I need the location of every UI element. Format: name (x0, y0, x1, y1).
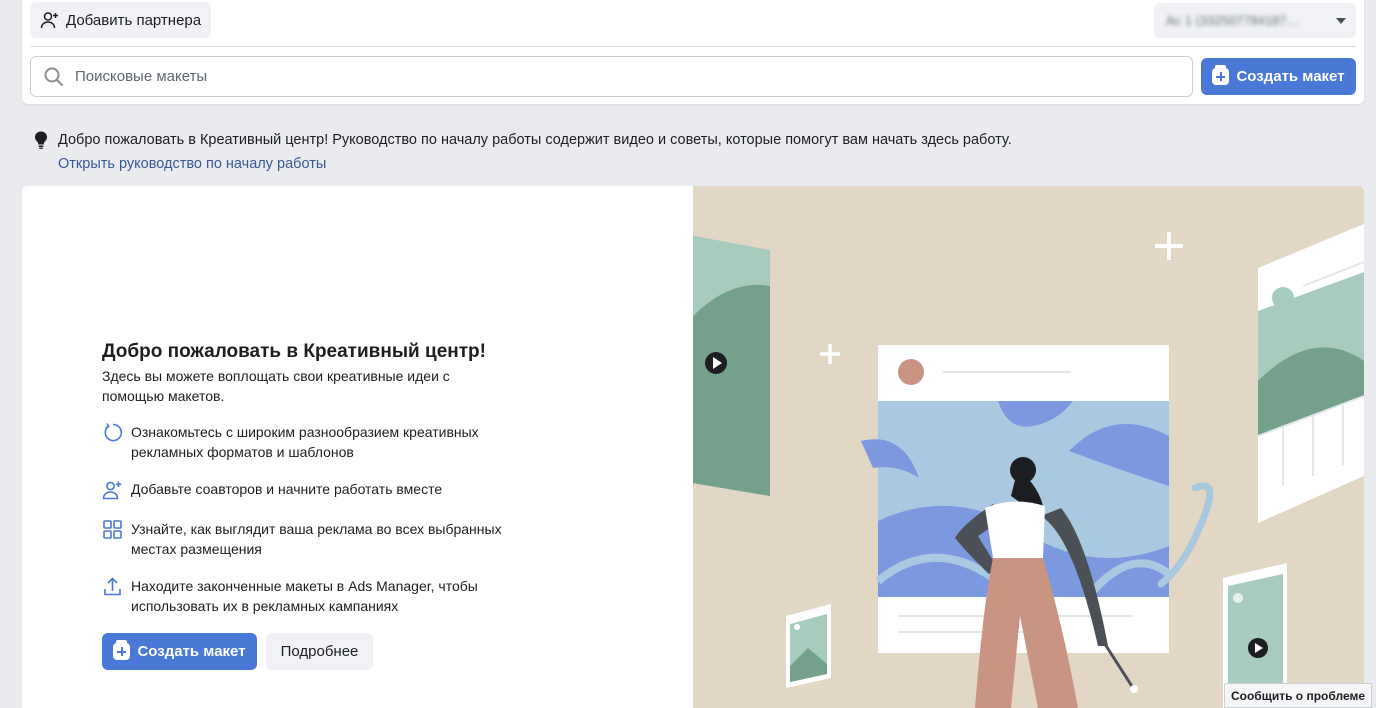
add-template-icon (1212, 65, 1230, 85)
search-input[interactable] (75, 68, 1075, 85)
welcome-subtitle: Здесь вы можете воплощать свои креативны… (102, 368, 450, 404)
feature-item: Ознакомьтесь с широким разнообразием кре… (102, 422, 522, 462)
add-partner-button[interactable]: Добавить партнера (30, 2, 211, 38)
create-template-label: Создать макет (1236, 68, 1345, 85)
add-template-icon (113, 640, 131, 660)
header-card: Добавить партнера Ac 1 (332507784187... … (22, 0, 1364, 104)
chevron-down-icon (1336, 17, 1346, 24)
welcome-card: Добро пожаловать в Креативный центр! Зде… (22, 186, 1364, 708)
add-partner-label: Добавить партнера (66, 11, 202, 29)
welcome-title: Добро пожаловать в Креативный центр! (102, 341, 486, 362)
learn-more-button[interactable]: Подробнее (266, 633, 373, 670)
getting-started-notice: Добро пожаловать в Креативный центр! Рук… (22, 118, 1364, 186)
grid-icon (103, 520, 122, 539)
feature-item: Находите законченные макеты в Ads Manage… (102, 576, 522, 616)
feature-text: Ознакомьтесь с широким разнообразием кре… (131, 424, 479, 460)
creative-hub-illustration (693, 224, 1364, 708)
welcome-create-template-button[interactable]: Создать макет (102, 633, 257, 670)
feature-text: Добавьте соавторов и начните работать вм… (131, 481, 443, 497)
add-person-icon (102, 481, 122, 500)
welcome-illustration (693, 186, 1364, 708)
account-selector[interactable]: Ac 1 (332507784187... (1154, 3, 1356, 38)
notice-message: Добро пожаловать в Креативный центр! Рук… (58, 132, 1012, 148)
feature-text: Находите законченные макеты в Ads Manage… (131, 578, 478, 614)
add-person-icon (40, 12, 58, 29)
feature-item: Добавьте соавторов и начните работать вм… (102, 479, 522, 500)
report-problem-button[interactable]: Сообщить о проблеме (1224, 683, 1372, 708)
lightbulb-icon (35, 131, 47, 149)
feature-item: Узнайте, как выглядит ваша реклама во вс… (102, 519, 522, 559)
divider (30, 46, 1356, 47)
create-template-button[interactable]: Создать макет (1201, 58, 1356, 95)
open-guide-link[interactable]: Открыть руководство по началу работы (58, 156, 326, 172)
refresh-icon (104, 423, 123, 442)
search-icon (44, 67, 64, 86)
welcome-create-label: Создать макет (137, 643, 246, 660)
feature-text: Узнайте, как выглядит ваша реклама во вс… (131, 521, 502, 557)
upload-icon (104, 577, 121, 596)
search-box[interactable] (30, 56, 1193, 97)
account-selector-value: Ac 1 (332507784187... (1166, 13, 1298, 28)
